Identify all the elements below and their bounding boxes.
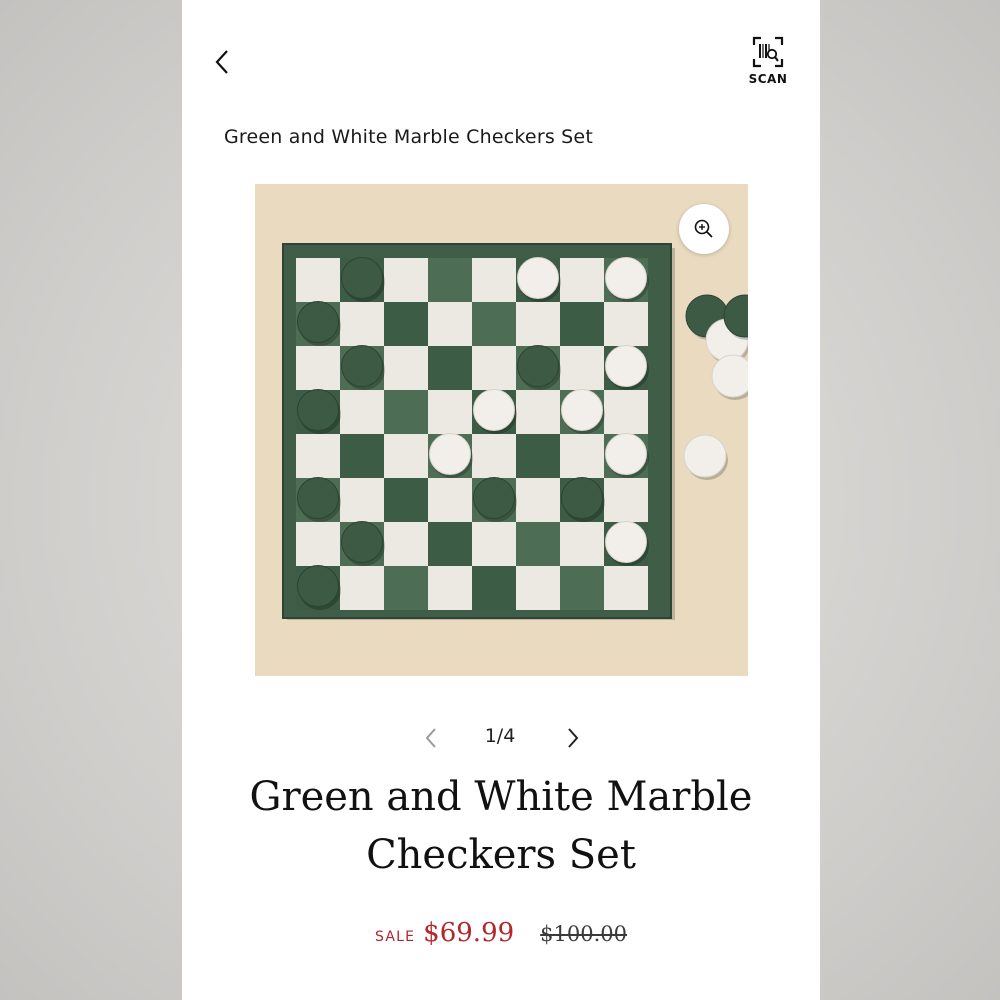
product-title-line-1: Green and White Marble <box>249 774 753 820</box>
product-title-line-2: Checkers Set <box>366 832 636 878</box>
scan-label: SCAN <box>748 72 788 86</box>
chevron-left-icon <box>215 50 228 74</box>
product-page: SCAN Green and White Marble Checkers Set… <box>182 0 820 1000</box>
checkers-board-photo <box>282 243 748 620</box>
previous-image-button[interactable] <box>418 724 444 752</box>
product-image[interactable] <box>255 184 748 676</box>
next-image-button[interactable] <box>560 724 586 752</box>
back-button[interactable] <box>204 44 240 80</box>
zoom-button[interactable] <box>679 204 729 254</box>
chevron-right-icon <box>568 728 579 748</box>
image-pager: 1/4 <box>182 718 820 758</box>
original-price: $100.00 <box>540 922 627 946</box>
page-title: Green and White Marble Checkers Set <box>224 126 593 148</box>
zoom-in-icon <box>694 219 713 238</box>
sale-label: SALE <box>375 929 416 945</box>
product-title: Green and White Marble Checkers Set <box>222 768 780 884</box>
image-counter: 1/4 <box>484 725 516 747</box>
price-row: SALE $69.99 $100.00 <box>182 918 820 958</box>
scan-button[interactable]: SCAN <box>744 36 792 88</box>
chevron-left-icon <box>425 728 436 748</box>
sale-price: $69.99 <box>423 918 515 948</box>
barcode-scan-icon <box>752 36 784 68</box>
